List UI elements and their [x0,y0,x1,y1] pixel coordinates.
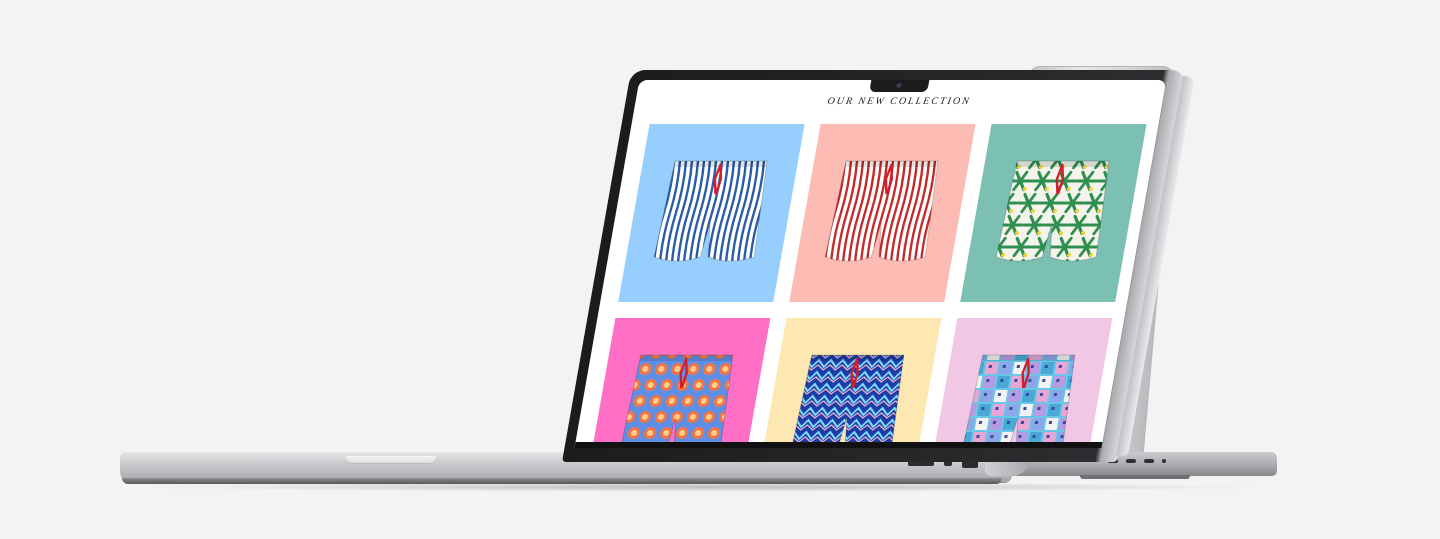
collection-heading: OUR NEW COLLECTION [826,96,972,107]
laptop-mockup-scene: OUR NEW COLLECTION [0,0,1440,539]
back-laptop-foot [1080,475,1190,479]
product-tile-wave-print-swim-shorts[interactable] [755,318,942,448]
product-tile-palm-print-swim-shorts[interactable] [960,124,1147,302]
swim-shorts-image [960,354,1079,448]
swim-shorts-image [994,160,1113,262]
headphone-jack-icon [1162,459,1166,463]
swim-shorts-image [618,354,737,448]
screen-bottom-bezel [574,442,1103,448]
camera-notch [869,80,930,92]
lid-opening-groove [346,456,436,464]
swim-shorts-image [652,160,771,262]
product-tile-red-stripe-swim-shorts[interactable] [789,124,976,302]
product-tile-sun-dot-swim-shorts[interactable] [584,318,771,448]
camera-icon [895,83,902,88]
usb-c-port-icon [1126,459,1136,463]
laptop-lid: OUR NEW COLLECTION [562,70,1187,462]
swim-shorts-image [789,354,908,448]
usb-c-port-icon [1144,459,1154,463]
product-tile-city-block-swim-shorts[interactable] [926,318,1113,448]
laptop-screen: OUR NEW COLLECTION [574,80,1167,448]
front-laptop-base-lip [122,478,1002,484]
product-grid [584,124,1147,448]
swim-shorts-image [823,160,942,262]
product-tile-blue-stripe-swim-shorts[interactable] [618,124,805,302]
